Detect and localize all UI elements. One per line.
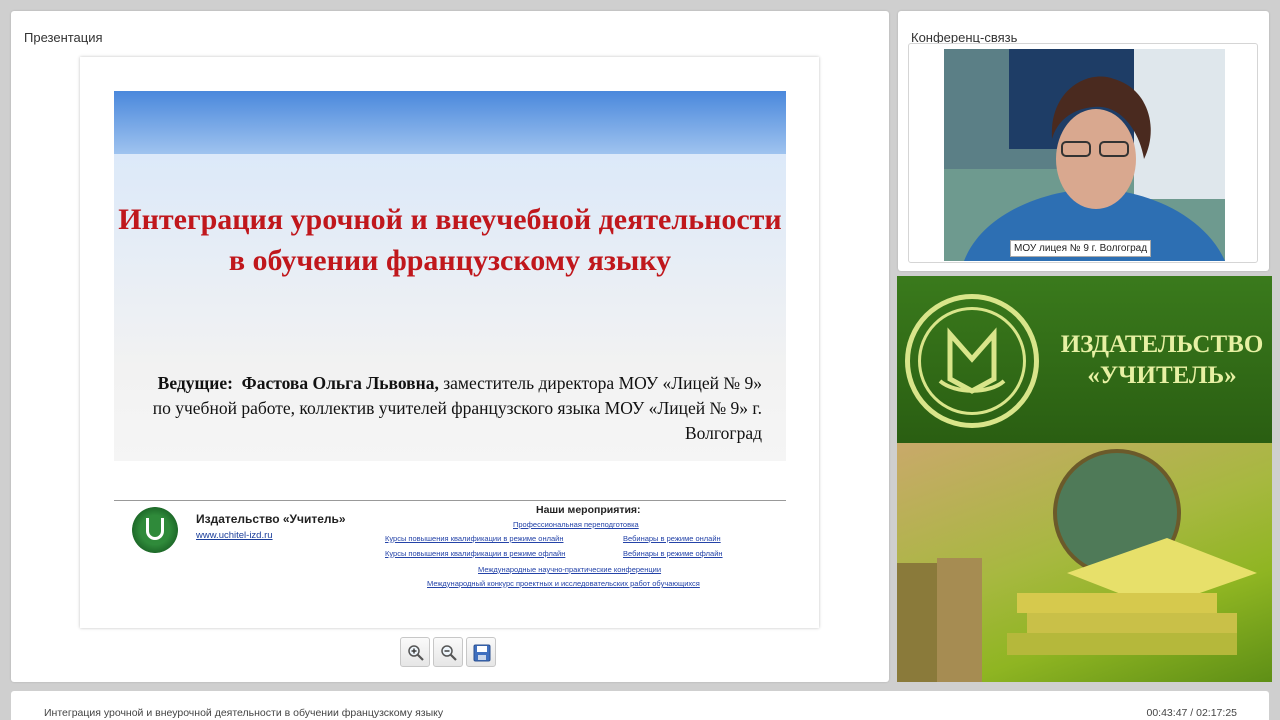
- event-link-professional-retraining[interactable]: Профессиональная переподготовка: [513, 520, 639, 529]
- zoom-out-icon: [441, 645, 457, 661]
- zoom-out-button[interactable]: [433, 637, 463, 667]
- slide-title: Интеграция урочной и внеучебной деятельн…: [118, 203, 782, 277]
- save-button[interactable]: [466, 637, 496, 667]
- webcam-video[interactable]: МОУ лицея № 9 г. Волгоград: [944, 49, 1225, 261]
- presenter-label: Ведущие:: [157, 373, 233, 393]
- presentation-slide: Интеграция урочной и внеучебной деятельн…: [80, 57, 819, 628]
- slide-divider: [114, 500, 786, 501]
- event-link-project-contest[interactable]: Международный конкурс проектных и исслед…: [427, 579, 700, 588]
- event-link-courses-online[interactable]: Курсы повышения квалификации в режиме он…: [385, 534, 564, 543]
- playback-time: 00:43:47 / 02:17:25: [1146, 707, 1238, 719]
- publisher-emblem-icon: [905, 294, 1039, 428]
- ad-books-globe-image: [897, 443, 1272, 682]
- publisher-ad-banner[interactable]: ИЗДАТЕЛЬСТВО «УЧИТЕЛЬ»: [897, 276, 1272, 682]
- presenter-name: Фастова Ольга Львовна,: [241, 373, 439, 393]
- ad-header: ИЗДАТЕЛЬСТВО «УЧИТЕЛЬ»: [897, 276, 1272, 443]
- presentation-panel-title: Презентация: [24, 30, 103, 45]
- conference-panel: Конференц-связь МОУ лицея № 9 г. Волгогр…: [898, 11, 1269, 271]
- event-link-webinars-online[interactable]: Вебинары в режиме онлайн: [623, 534, 721, 543]
- slide-events-heading: Наши мероприятия:: [536, 504, 641, 516]
- save-icon: [473, 644, 491, 662]
- slide-header-bar: [114, 91, 786, 154]
- status-bar: Интеграция урочной и внеурочной деятельн…: [11, 691, 1269, 720]
- event-link-courses-offline[interactable]: Курсы повышения квалификации в режиме оф…: [385, 549, 565, 558]
- event-link-conferences[interactable]: Международные научно-практические конфер…: [478, 565, 661, 574]
- slide-company-name: Издательство «Учитель»: [196, 512, 346, 526]
- webinar-title: Интеграция урочной и внеурочной деятельн…: [44, 707, 444, 719]
- video-frame: МОУ лицея № 9 г. Волгоград: [908, 43, 1258, 263]
- video-caption: МОУ лицея № 9 г. Волгоград: [1010, 240, 1152, 257]
- presentation-panel: Презентация Интеграция урочной и внеучеб…: [11, 11, 889, 682]
- ad-title-line2: «УЧИТЕЛЬ»: [1087, 362, 1237, 389]
- slide-company-site-link[interactable]: www.uchitel-izd.ru: [196, 530, 273, 541]
- zoom-in-icon: [408, 645, 424, 661]
- publisher-logo-icon: [132, 507, 178, 553]
- ad-title-line1: ИЗДАТЕЛЬСТВО: [1060, 331, 1264, 358]
- event-link-webinars-offline[interactable]: Вебинары в режиме офлайн: [623, 549, 723, 558]
- webcam-person-image: [944, 49, 1225, 261]
- zoom-in-button[interactable]: [400, 637, 430, 667]
- slide-presenter: Ведущие: Фастова Ольга Львовна, заместит…: [140, 371, 762, 446]
